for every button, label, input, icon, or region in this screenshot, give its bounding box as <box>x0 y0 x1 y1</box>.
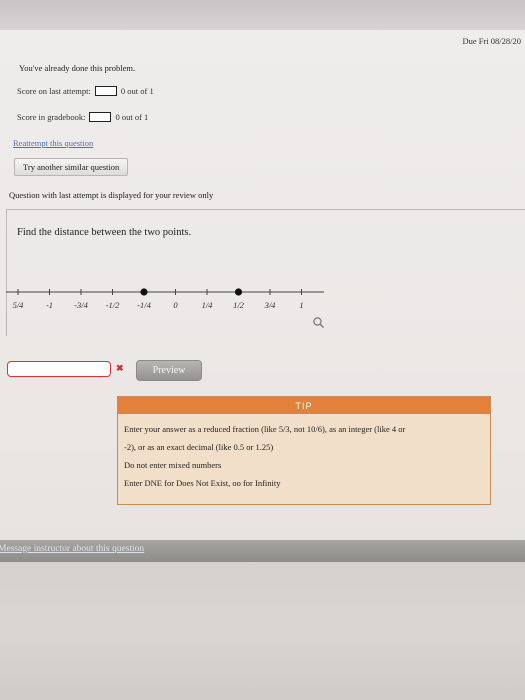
gradebook-score-box <box>89 112 112 122</box>
number-line-tick-label: -1/2 <box>106 300 120 310</box>
last-attempt-value: 0 out of 1 <box>120 86 154 96</box>
number-line-tick-label: 5/4 <box>13 300 25 310</box>
question-text: Find the distance between the two points… <box>17 227 192 238</box>
number-line-tick-label: 1/2 <box>233 300 245 310</box>
message-instructor-link[interactable]: Message instructor about this question <box>0 544 144 554</box>
number-line-tick-label: 1/4 <box>202 300 214 310</box>
done-notice: You've already done this problem. <box>19 63 136 73</box>
number-line-point <box>234 288 243 296</box>
try-similar-button[interactable]: Try another similar question <box>14 158 129 176</box>
tip-line: -2), or as an exact decimal (like 0.5 or… <box>124 442 274 452</box>
tip-body: Enter your answer as a reduced fraction … <box>118 414 490 498</box>
number-line-tick-label: -1 <box>46 300 53 310</box>
tip-box: TIP Enter your answer as a reduced fract… <box>117 396 491 505</box>
reattempt-link[interactable]: Reattempt this question <box>13 138 93 148</box>
gradebook-score: Score in gradebook: 0 out of 1 <box>17 112 148 122</box>
gradebook-value: 0 out of 1 <box>115 112 149 122</box>
desk-surface <box>0 562 525 700</box>
number-line-tick-label: 3/4 <box>264 300 277 310</box>
answer-input[interactable] <box>7 361 111 377</box>
tip-header: TIP <box>118 397 490 414</box>
due-date: Due Fri 08/28/20 <box>462 36 521 46</box>
review-note: Question with last attempt is displayed … <box>9 190 214 200</box>
tip-line: Do not enter mixed numbers <box>124 460 222 470</box>
number-line: 5/4 -1 -3/4 -1/2 -1/4 0 1/4 1/2 3/4 1 <box>6 288 324 310</box>
last-attempt-score: Score on last attempt: 0 out of 1 <box>17 86 154 96</box>
number-line-tick-label: -1/4 <box>137 300 151 310</box>
number-line-point <box>140 288 148 296</box>
gradebook-label: Score in gradebook: <box>17 112 86 122</box>
number-line-tick-label: 1 <box>299 300 303 310</box>
tip-line: Enter your answer as a reduced fraction … <box>124 424 406 434</box>
preview-button[interactable]: Preview <box>136 360 202 381</box>
number-line-tick-label: 0 <box>173 300 178 310</box>
message-bar: Message instructor about this question <box>0 540 525 562</box>
tip-line: Enter DNE for Does Not Exist, oo for Inf… <box>124 478 281 488</box>
error-icon: ✖ <box>116 363 124 373</box>
magnifier-icon[interactable] <box>312 316 326 335</box>
last-attempt-label: Score on last attempt: <box>17 86 91 96</box>
browser-top-bar <box>0 0 525 30</box>
number-line-tick-label: -3/4 <box>74 300 88 310</box>
last-attempt-score-box <box>94 86 117 96</box>
